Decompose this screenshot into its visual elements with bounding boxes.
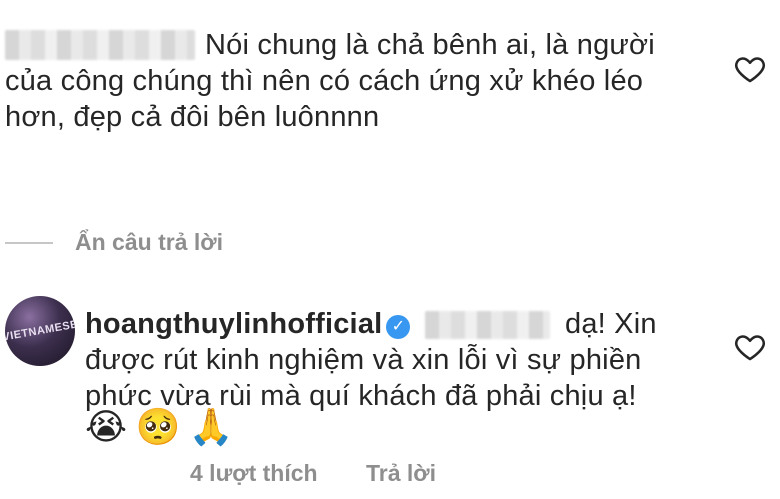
reply-text: được rút kinh nghiệm và xin lỗi vì sự ph…: [85, 344, 642, 376]
folded-hands-emoji: 🙏: [188, 407, 234, 448]
heart-icon[interactable]: [733, 52, 767, 86]
blurred-mention: [425, 311, 550, 339]
reply-line-1: hoangthuylinhofficial ✓: [85, 306, 411, 342]
comment-text: của công chúng thì nên có cách ứng xử kh…: [5, 65, 644, 97]
hide-replies-button[interactable]: Ẩn câu trả lời: [75, 229, 223, 256]
avatar[interactable]: VIETNAMESE: [5, 296, 75, 366]
emoji-row: 😭 🥺 🙏: [85, 408, 238, 448]
blurred-username: [5, 30, 195, 60]
reply-text: dạ! Xin: [565, 308, 657, 340]
comment-text: hơn, đẹp cả đôi bên luônnnn: [5, 101, 380, 133]
pleading-face-emoji: 🥺: [135, 407, 181, 448]
comment-text: Nói chung là chả bênh ai, là người: [205, 29, 655, 61]
likes-count[interactable]: 4 lượt thích: [190, 460, 318, 487]
verified-badge-icon: ✓: [386, 315, 411, 339]
crying-face-emoji: 😭: [85, 407, 128, 448]
username-link[interactable]: hoangthuylinhofficial: [85, 308, 382, 340]
divider: [5, 242, 53, 244]
avatar-text: VIETNAMESE: [5, 318, 75, 344]
reply-button[interactable]: Trả lời: [366, 460, 436, 487]
heart-icon[interactable]: [733, 330, 767, 364]
